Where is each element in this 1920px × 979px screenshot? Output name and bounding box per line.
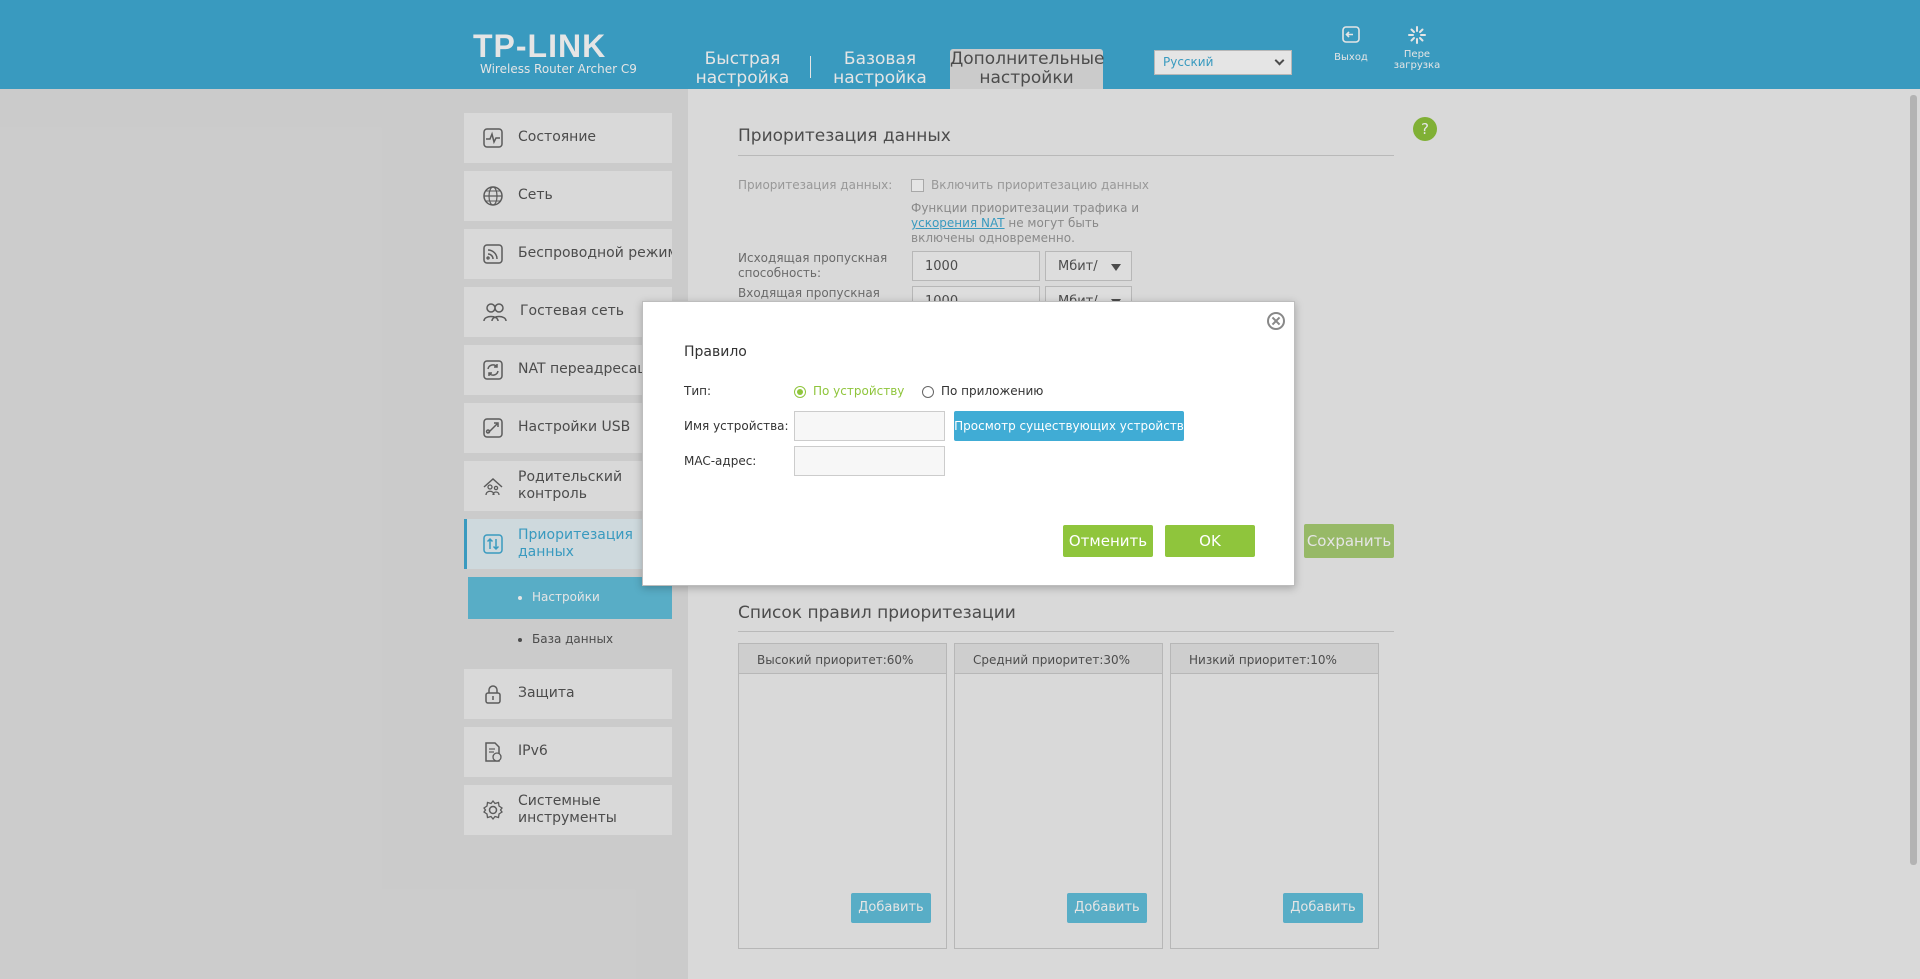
device-name-label: Имя устройства: [684,419,789,433]
close-icon[interactable] [1267,312,1285,330]
device-name-input[interactable] [794,411,945,441]
rule-dialog: Правило Тип: По устройству По приложению… [642,301,1295,586]
mac-address-input[interactable] [794,446,945,476]
type-radio-device-label: По устройству [813,384,905,398]
mac-address-label: MAC-адрес: [684,454,757,468]
type-radio-application[interactable] [922,386,934,398]
dialog-title: Правило [684,344,747,360]
type-radio-application-label: По приложению [941,384,1044,398]
cancel-button[interactable]: Отменить [1063,525,1153,557]
view-existing-devices-button[interactable]: Просмотр существующих устройств [954,411,1184,441]
type-radio-device[interactable] [794,386,806,398]
type-label: Тип: [684,384,712,398]
ok-button[interactable]: OK [1165,525,1255,557]
